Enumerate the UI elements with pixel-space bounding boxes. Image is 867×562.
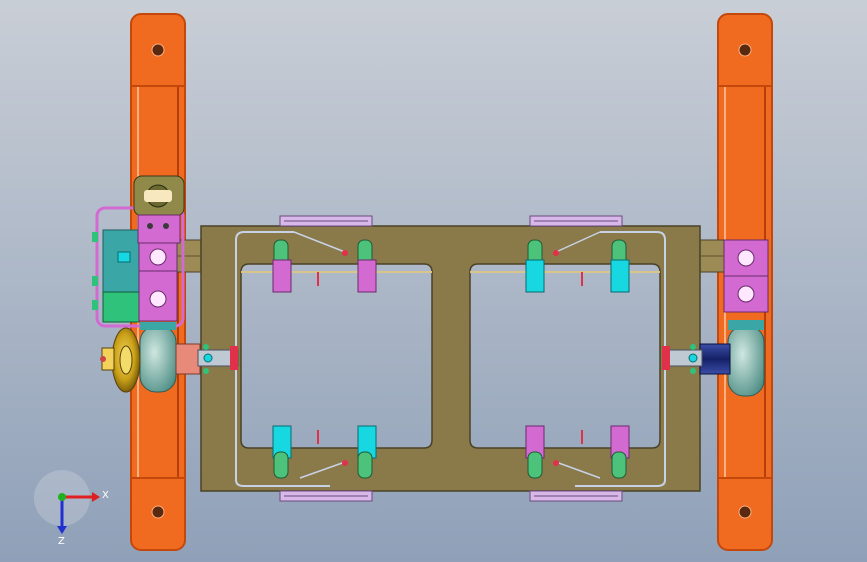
motor-right	[699, 343, 731, 375]
magenta-block	[272, 259, 292, 293]
bracket-bottom-left	[279, 490, 373, 502]
x-axis-label: X	[102, 490, 109, 501]
magenta-block	[357, 259, 377, 293]
z-axis-label: Z	[58, 536, 65, 547]
wheel-housing	[139, 325, 177, 393]
right-rail-top-hole	[738, 43, 752, 57]
bracket-top-left	[279, 215, 373, 227]
y-axis-dot	[58, 493, 66, 501]
green-block	[102, 291, 140, 323]
cyan-block	[525, 259, 545, 293]
right-rail-bottom-hole	[738, 505, 752, 519]
cyan-block	[610, 259, 630, 293]
bracket-top-right	[529, 215, 623, 227]
wheel-housing	[727, 325, 765, 397]
left-rail-bottom-hole	[151, 505, 165, 519]
bracket-bottom-right	[529, 490, 623, 502]
left-rail-top-hole	[151, 43, 165, 57]
motor-left	[175, 343, 201, 375]
cad-3d-viewport[interactable]: X Z	[0, 0, 867, 562]
